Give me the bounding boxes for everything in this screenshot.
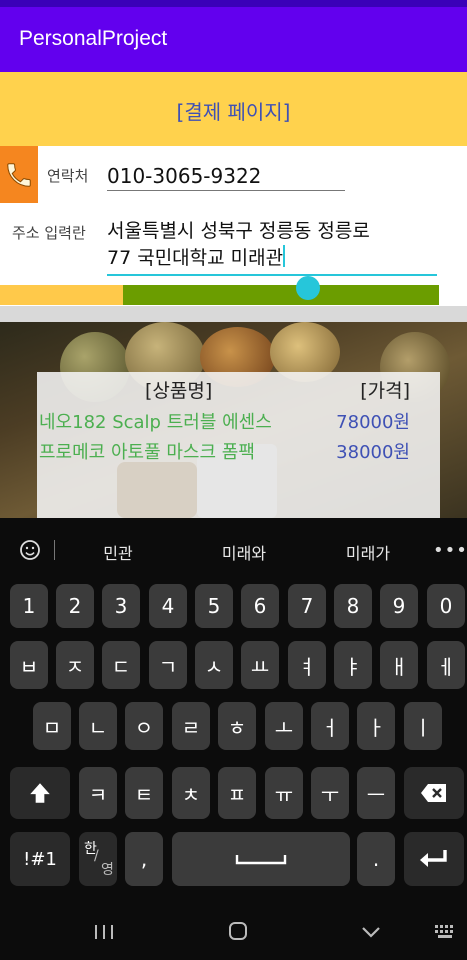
period-key[interactable]: .	[357, 832, 395, 886]
key-5[interactable]: 5	[195, 584, 233, 628]
phone-icon	[0, 146, 38, 203]
address-label: 주소 입력란	[12, 224, 86, 242]
symbols-key[interactable]: !#1	[10, 832, 70, 886]
key-giyeok[interactable]: ㄱ	[149, 641, 187, 689]
contact-label: 연락처	[47, 167, 89, 185]
space-icon	[235, 855, 287, 865]
space-key[interactable]	[172, 832, 350, 886]
key-ae[interactable]: ㅐ	[380, 641, 418, 689]
key-7[interactable]: 7	[288, 584, 326, 628]
key-a[interactable]: ㅏ	[357, 702, 395, 750]
key-1[interactable]: 1	[10, 584, 48, 628]
section-divider	[0, 306, 467, 322]
suggestion-bar: 민관 미래와 미래가 •••	[0, 518, 467, 582]
backspace-icon	[421, 784, 446, 802]
product-price: 78000원	[336, 412, 410, 433]
address-line-2-wrap: 77 국민대학교 미래관	[107, 245, 437, 272]
key-tieut[interactable]: ㅌ	[125, 767, 163, 819]
key-8[interactable]: 8	[334, 584, 372, 628]
key-eo[interactable]: ㅓ	[311, 702, 349, 750]
suggestion-item[interactable]: 미래가	[334, 540, 402, 564]
key-yo[interactable]: ㅛ	[241, 641, 279, 689]
lang-key-slash: /	[94, 848, 99, 864]
recents-icon[interactable]	[93, 922, 115, 942]
emoji-icon[interactable]	[18, 538, 42, 562]
key-eu[interactable]: ㅡ	[357, 767, 395, 819]
address-line-1: 서울특별시 성북구 정릉동 정릉로	[107, 220, 370, 242]
key-yu[interactable]: ㅠ	[265, 767, 303, 819]
enter-key[interactable]	[404, 832, 464, 886]
progress-fill	[123, 285, 439, 305]
status-bar	[0, 0, 467, 7]
key-hieut[interactable]: ㅎ	[218, 702, 256, 750]
product-price: 38000원	[336, 442, 410, 463]
language-key[interactable]: 한 / 영	[79, 832, 117, 886]
key-jieut[interactable]: ㅈ	[56, 641, 94, 689]
address-line-2: 77 국민대학교 미래관	[107, 247, 284, 269]
address-input[interactable]: 서울특별시 성북구 정릉동 정릉로 77 국민대학교 미래관	[107, 218, 437, 276]
key-yeo[interactable]: ㅕ	[288, 641, 326, 689]
app-bar: PersonalProject	[0, 7, 467, 72]
key-o[interactable]: ㅗ	[265, 702, 303, 750]
key-u[interactable]: ㅜ	[311, 767, 349, 819]
comma-key[interactable]: ,	[125, 832, 163, 886]
key-pieup[interactable]: ㅍ	[218, 767, 256, 819]
product-price-header: [가격]	[360, 380, 410, 402]
key-4[interactable]: 4	[149, 584, 187, 628]
back-chevron-icon[interactable]	[360, 923, 382, 941]
key-e[interactable]: ㅔ	[427, 641, 465, 689]
product-name: 프로메코 아토풀 마스크 폼팩	[39, 442, 255, 463]
key-mieum[interactable]: ㅁ	[33, 702, 71, 750]
key-9[interactable]: 9	[380, 584, 418, 628]
key-kieuk[interactable]: ㅋ	[79, 767, 117, 819]
product-list: [상품명] [가격] 네오182 Scalp 트러블 에센스 78000원 프로…	[37, 372, 440, 518]
product-name: 네오182 Scalp 트러블 에센스	[39, 412, 272, 433]
key-rieul[interactable]: ㄹ	[172, 702, 210, 750]
progress-track	[0, 285, 123, 305]
key-i[interactable]: ㅣ	[404, 702, 442, 750]
key-nieun[interactable]: ㄴ	[79, 702, 117, 750]
key-6[interactable]: 6	[241, 584, 279, 628]
shift-key[interactable]	[10, 767, 70, 819]
home-icon[interactable]	[228, 921, 248, 941]
shift-icon	[30, 783, 50, 803]
key-ieung[interactable]: ㅇ	[125, 702, 163, 750]
app-title: PersonalProject	[19, 27, 168, 50]
key-2[interactable]: 2	[56, 584, 94, 628]
keyboard-icon[interactable]	[434, 924, 456, 940]
cursor-handle[interactable]	[296, 276, 320, 300]
key-0[interactable]: 0	[427, 584, 465, 628]
lang-key-bottom: 영	[101, 862, 114, 878]
checkout-form: 연락처 주소 입력란 서울특별시 성북구 정릉동 정릉로 77 국민대학교 미래…	[0, 146, 467, 306]
key-siot[interactable]: ㅅ	[195, 641, 233, 689]
soft-keyboard: 민관 미래와 미래가 ••• 1 2 3 4 5 6 7 8 9 0 ㅂ ㅈ ㄷ…	[0, 518, 467, 960]
navigation-bar	[0, 908, 467, 960]
key-ya[interactable]: ㅑ	[334, 641, 372, 689]
suggestion-item[interactable]: 미래와	[210, 540, 278, 564]
enter-icon	[420, 850, 447, 867]
key-digeut[interactable]: ㄷ	[102, 641, 140, 689]
backspace-key[interactable]	[404, 767, 464, 819]
more-icon[interactable]: •••	[433, 540, 467, 561]
suggestion-item[interactable]: 민관	[92, 540, 144, 564]
key-chieut[interactable]: ㅊ	[172, 767, 210, 819]
key-3[interactable]: 3	[102, 584, 140, 628]
product-image	[117, 462, 197, 518]
text-caret	[283, 245, 286, 267]
product-name-header: [상품명]	[145, 380, 213, 402]
payment-header: [결제 페이지]	[0, 72, 467, 146]
contact-input[interactable]	[107, 161, 345, 191]
suggestion-divider	[54, 540, 55, 560]
background-image: [상품명] [가격] 네오182 Scalp 트러블 에센스 78000원 프로…	[0, 322, 467, 518]
page-title: [결제 페이지]	[176, 100, 291, 124]
key-bieup[interactable]: ㅂ	[10, 641, 48, 689]
